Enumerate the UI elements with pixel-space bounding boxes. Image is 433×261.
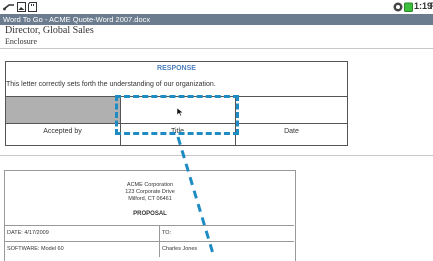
- callout-leader-line: [176, 136, 216, 257]
- document-view[interactable]: Director, Global Sales Enclosure RESPONS…: [0, 25, 433, 261]
- image-icon: [17, 2, 26, 12]
- sd-card-icon: [28, 2, 37, 12]
- usb-icon: [3, 4, 14, 11]
- title-bar: Word To Go - ACME Quote-Word 2007.docx: [0, 14, 433, 25]
- status-bar: 1:19 P: [0, 0, 433, 14]
- window-title: Word To Go - ACME Quote-Word 2007.docx: [3, 15, 151, 24]
- battery-icon: [404, 2, 413, 12]
- wifi-icon: [393, 2, 403, 12]
